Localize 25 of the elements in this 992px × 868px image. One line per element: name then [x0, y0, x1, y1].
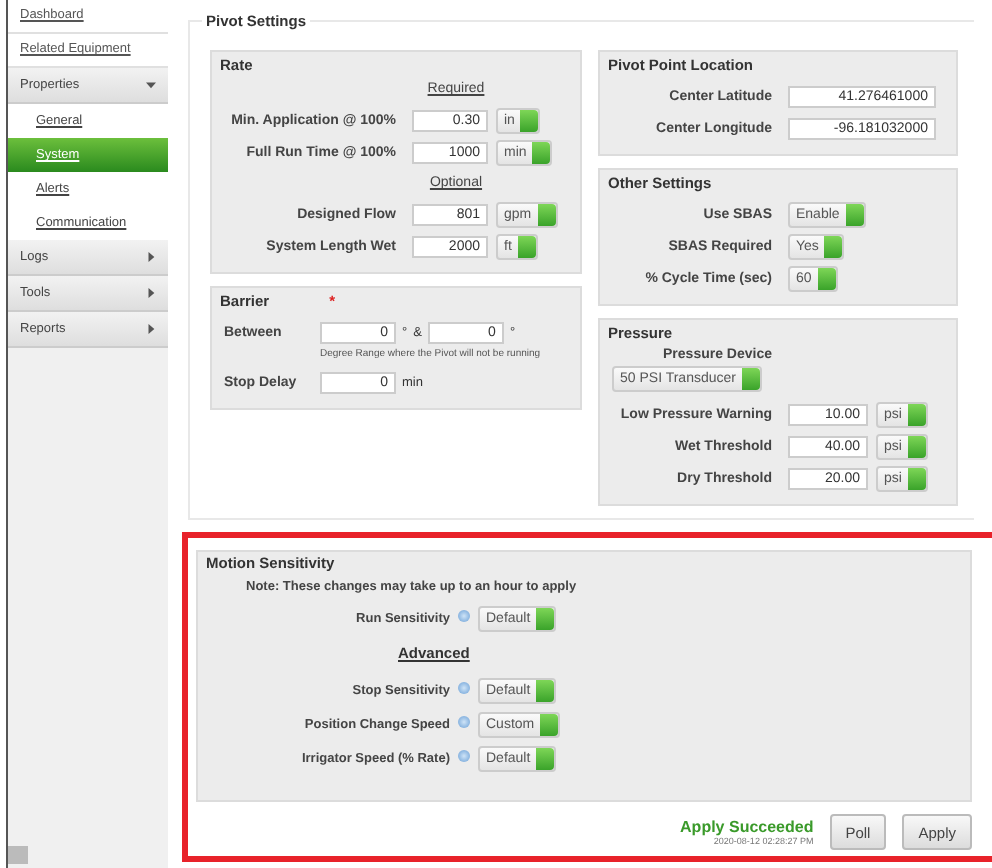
spinner-icon: [520, 109, 539, 131]
spinner-icon: [907, 467, 926, 489]
spinner-icon: [845, 203, 864, 225]
caret-icon: [146, 80, 156, 90]
help-icon[interactable]: [458, 681, 470, 693]
spinner-icon: [907, 435, 926, 457]
spinner-icon: [907, 403, 926, 425]
spinner-icon: [536, 608, 555, 630]
status-text: Apply Succeeded: [680, 818, 814, 836]
spinner-icon: [537, 203, 556, 225]
scroll-button[interactable]: [8, 846, 28, 864]
spinner-icon: [517, 235, 536, 257]
spinner-icon: [536, 680, 555, 702]
caret-icon: [146, 252, 156, 262]
caret-icon: [146, 288, 156, 298]
help-icon[interactable]: [458, 749, 470, 761]
caret-icon: [146, 324, 156, 334]
spinner-icon: [532, 141, 551, 163]
spinner-icon: [824, 235, 843, 257]
spinner-icon: [817, 267, 836, 289]
spinner-icon: [540, 714, 559, 736]
spinner-icon: [741, 368, 760, 390]
help-icon[interactable]: [458, 715, 470, 727]
help-icon[interactable]: [458, 609, 470, 621]
spinner-icon: [536, 748, 555, 770]
